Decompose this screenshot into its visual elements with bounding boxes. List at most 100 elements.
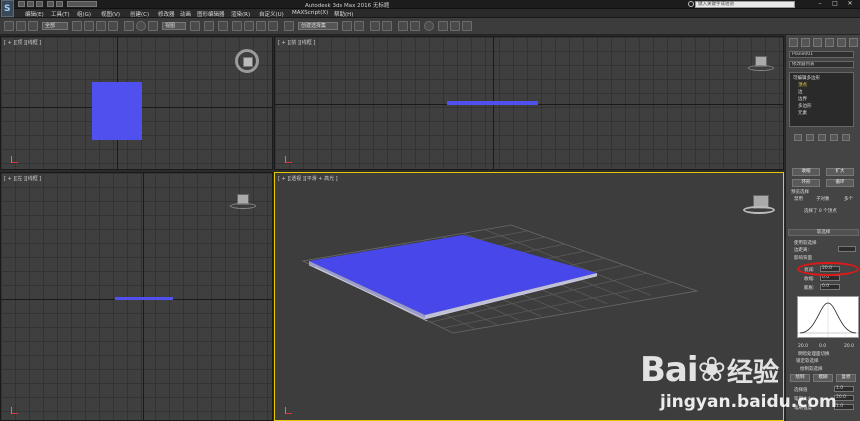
display-tab-icon[interactable] <box>837 38 846 47</box>
make-unique-icon[interactable] <box>818 134 826 141</box>
hierarchy-tab-icon[interactable] <box>813 38 822 47</box>
select-by-name-icon[interactable] <box>84 21 94 31</box>
lock-soft-selection-checkbox[interactable]: 锁定软选择 <box>796 358 819 364</box>
preview-off-radio[interactable]: 禁用 <box>794 196 803 202</box>
stack-item-editable-poly[interactable]: 可编辑多边形 <box>793 75 820 81</box>
grow-button[interactable]: 扩大 <box>826 168 854 176</box>
select-object-icon[interactable] <box>72 21 82 31</box>
schematic-view-icon[interactable] <box>410 21 420 31</box>
stack-item-border[interactable]: 边界 <box>798 96 807 102</box>
toggle-ribbon-icon[interactable] <box>382 21 392 31</box>
remove-modifier-icon[interactable] <box>830 134 838 141</box>
menu-help[interactable]: 帮助(H) <box>334 10 353 18</box>
keyboard-shortcut-icon[interactable] <box>218 21 228 31</box>
selection-filter-dropdown[interactable]: 全部 <box>42 22 68 30</box>
menu-group[interactable]: 组(G) <box>77 10 91 18</box>
brush-strength-spinner[interactable]: 1.0 <box>834 404 854 410</box>
redo-icon[interactable] <box>56 1 63 7</box>
snaps-toggle-icon[interactable] <box>232 21 242 31</box>
menu-rendering[interactable]: 渲染(R) <box>231 10 250 18</box>
create-tab-icon[interactable] <box>789 38 798 47</box>
menu-customize[interactable]: 自定义(U) <box>259 10 284 18</box>
minimize-icon[interactable]: – <box>815 0 825 8</box>
modify-tab-icon[interactable] <box>801 38 810 47</box>
render-setup-icon[interactable] <box>438 21 448 31</box>
menu-create[interactable]: 创建(C) <box>130 10 149 18</box>
select-manipulate-icon[interactable] <box>204 21 214 31</box>
stack-item-polygon[interactable]: 多边形 <box>798 103 812 109</box>
plane-object[interactable] <box>92 82 142 140</box>
maximize-icon[interactable]: □ <box>830 0 840 8</box>
material-editor-icon[interactable] <box>424 21 434 31</box>
brush-size-spinner[interactable]: 20.0 <box>834 395 854 401</box>
workspace-dropdown[interactable] <box>67 1 97 7</box>
reference-coord-dropdown[interactable]: 视图 <box>162 22 186 30</box>
affect-backfacing-checkbox[interactable]: 影响背面 <box>794 255 812 261</box>
utilities-tab-icon[interactable] <box>849 38 858 47</box>
shade-face-toggle-button[interactable]: 明暗处理面切换 <box>798 351 830 357</box>
stack-item-edge[interactable]: 边 <box>798 89 803 95</box>
align-icon[interactable] <box>354 21 364 31</box>
stack-item-vertex[interactable]: 顶点 <box>798 82 807 88</box>
menu-views[interactable]: 视图(V) <box>101 10 120 18</box>
viewcube-ring[interactable] <box>743 206 775 214</box>
app-logo-icon[interactable]: S <box>1 0 14 17</box>
motion-tab-icon[interactable] <box>825 38 834 47</box>
render-production-icon[interactable] <box>462 21 472 31</box>
bind-spacewarp-icon[interactable] <box>28 21 38 31</box>
menu-graph-editors[interactable]: 图形编辑器 <box>197 10 225 18</box>
stack-item-element[interactable]: 元素 <box>798 110 807 116</box>
scale-icon[interactable] <box>148 21 158 31</box>
move-icon[interactable] <box>124 21 134 31</box>
rect-selection-icon[interactable] <box>96 21 106 31</box>
rotate-icon[interactable] <box>136 21 146 31</box>
loop-button[interactable]: 循环 <box>826 179 854 187</box>
preview-multi-radio[interactable]: 多个 <box>844 196 853 202</box>
viewport-label[interactable]: [ + ][顶 ][线框 ] <box>4 39 41 46</box>
viewport-left[interactable]: [ + ][左 ][线框 ] <box>0 172 273 421</box>
pivot-center-icon[interactable] <box>190 21 200 31</box>
percent-snap-icon[interactable] <box>256 21 266 31</box>
soft-selection-rollout[interactable]: 软选择 <box>788 229 859 236</box>
link-icon[interactable] <box>4 21 14 31</box>
object-name-field[interactable]: Plane001 <box>789 51 854 58</box>
curve-editor-icon[interactable] <box>398 21 408 31</box>
unlink-icon[interactable] <box>16 21 26 31</box>
search-input[interactable]: 键入关键字或短语 <box>695 1 795 8</box>
rendered-frame-icon[interactable] <box>450 21 460 31</box>
named-selection-dropdown[interactable]: 创建选择集 <box>298 22 338 30</box>
edge-distance-checkbox[interactable]: 边距离: <box>794 247 809 253</box>
search-icon[interactable] <box>688 1 694 7</box>
shrink-button[interactable]: 收缩 <box>792 168 820 176</box>
layer-explorer-icon[interactable] <box>370 21 380 31</box>
viewcube-ring[interactable] <box>230 203 256 209</box>
selection-value-spinner[interactable]: 1.0 <box>834 386 854 392</box>
menu-edit[interactable]: 编辑(E) <box>25 10 44 18</box>
plane-object[interactable] <box>447 101 538 105</box>
angle-snap-icon[interactable] <box>244 21 254 31</box>
save-file-icon[interactable] <box>36 1 43 7</box>
open-file-icon[interactable] <box>27 1 34 7</box>
viewport-label[interactable]: [ + ][前 ][线框 ] <box>278 39 315 46</box>
show-end-result-icon[interactable] <box>806 134 814 141</box>
steering-wheel-icon[interactable] <box>235 49 259 73</box>
bubble-spinner[interactable]: 0.0 <box>820 284 840 290</box>
paint-button[interactable]: 绘制 <box>790 374 810 382</box>
revert-button[interactable]: 复原 <box>836 374 856 382</box>
close-icon[interactable]: ✕ <box>845 0 855 8</box>
viewport-top[interactable]: [ + ][顶 ][线框 ] <box>0 36 273 170</box>
spinner-snap-icon[interactable] <box>268 21 278 31</box>
new-file-icon[interactable] <box>18 1 25 7</box>
menu-modifiers[interactable]: 修改器 <box>158 10 175 18</box>
use-soft-selection-checkbox[interactable]: 使用软选择 <box>794 240 817 246</box>
viewport-label[interactable]: [ + ][透视 ][平滑 + 高光 ] <box>278 175 338 182</box>
blur-button[interactable]: 模糊 <box>813 374 833 382</box>
pin-stack-icon[interactable] <box>794 134 802 141</box>
window-crossing-icon[interactable] <box>108 21 118 31</box>
viewcube-ring[interactable] <box>748 65 774 71</box>
edge-distance-spinner[interactable] <box>838 246 856 252</box>
preview-subobj-radio[interactable]: 子对象 <box>816 196 830 202</box>
plane-object[interactable] <box>115 297 173 300</box>
viewport-label[interactable]: [ + ][左 ][线框 ] <box>4 175 41 182</box>
undo-icon[interactable] <box>47 1 54 7</box>
